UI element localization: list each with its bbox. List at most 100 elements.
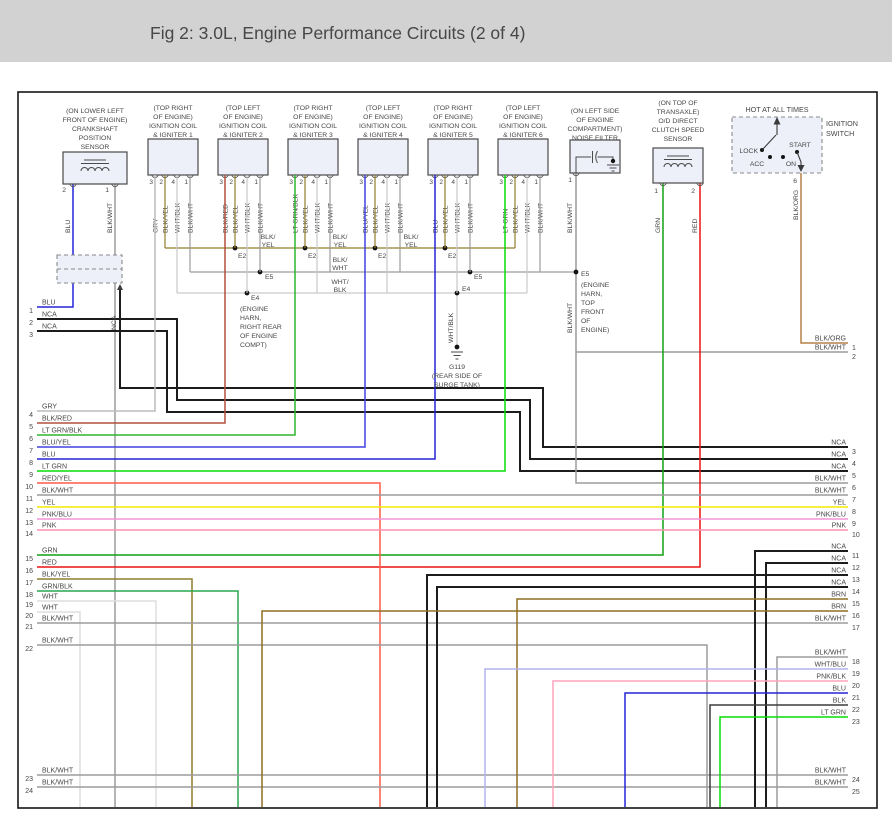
crankshaft-sensor-label: FRONT OF ENGINE) [63,117,128,124]
switch-on-contact [781,155,785,159]
right-row-number: 20 [852,683,860,690]
pin-number: 2 [229,179,233,186]
left-row-label: BLK/WHT [42,768,74,775]
igniter-label: IGNITION COIL [219,123,267,130]
wire-color-label: BLK/WHT [328,203,335,233]
right-row-number: 7 [852,497,856,504]
right-row-label: LT GRN [821,710,846,717]
g119-note: (REAR SIDE OF [432,373,482,380]
junction-e4-note: RIGHT REAR [240,324,282,331]
pin-number: 2 [439,179,443,186]
left-row-label: PNK/BLU [42,512,72,519]
pin-number: 1 [464,179,468,186]
right-row-number: 6 [852,485,856,492]
wire-color-label: WHT/BLK [448,312,455,343]
bus-blkyel-label: YEL [262,242,275,249]
right-row-number: 13 [852,577,860,584]
wire-color-label: WHT/BLK [315,202,322,233]
left-row-number: 13 [25,520,33,527]
igniter-label: (TOP LEFT [366,105,401,112]
junction-e5-label: E5 [474,274,483,281]
wire-color-label: BLK/ORG [793,190,800,220]
crankshaft-sensor-label: (ON LOWER LEFT [66,108,124,115]
right-row-label: YEL [833,500,846,507]
wire-color-label: BLK/YEL [303,205,310,233]
pin-number: 2 [369,179,373,186]
junction-e5-label: E5 [265,274,274,281]
right-row-label: PNK/BLK [816,674,846,681]
wire-color-label: WHT/BLK [525,202,532,233]
pin-number: 3 [289,179,293,186]
right-row-number: 8 [852,509,856,516]
left-row-label: NCA [42,312,57,319]
wire-color-label: WHT/BLK [245,202,252,233]
left-row-number: 14 [25,531,33,538]
right-row-label: PNK [832,523,847,530]
right-row-label: PNK/BLU [816,512,846,519]
ignition-switch-label: IGNITION [826,119,858,128]
wire-color-label: BLK/WHT [567,303,574,333]
pin-number: 4 [171,179,175,186]
junction-e2-label: E2 [308,253,317,260]
left-row-number: 7 [29,448,33,455]
left-row-number: 11 [26,496,33,503]
left-row-number: 20 [25,613,33,620]
right-row-label: BLK/WHT [815,616,847,623]
pin-number: 1 [394,179,398,186]
pin-number: 4 [381,179,385,186]
igniter-label: IGNITION COIL [359,123,407,130]
bus-blkyel-label: BLK/ [404,234,419,241]
pin-number: 4 [521,179,525,186]
wire-color-label: BLK/WHT [538,203,545,233]
right-row-label: BLK/WHT [815,345,847,352]
left-row-label: PNK [42,523,57,530]
wire-color-label: BLK/WHT [188,203,195,233]
junction-e5-note: ENGINE) [581,327,609,334]
clutch-sensor-label: SENSOR [664,136,693,143]
left-row-label: RED [42,560,57,567]
right-row-label: NCA [831,568,846,575]
right-row-label: WHT/BLU [815,662,847,669]
pin-number: 3 [149,179,153,186]
left-row-number: 15 [25,556,33,563]
junction-e2-label: E2 [378,253,387,260]
junction-e4-label: E4 [462,286,471,293]
right-row-label: BLK [833,698,847,705]
junction-e5-label: E5 [581,271,590,278]
wire-color-label: BLK/YEL [443,205,450,233]
right-row-label: NCA [831,440,846,447]
igniter-label: OF ENGINE) [293,114,333,121]
right-row-label: BLK/WHT [815,488,847,495]
right-row-number: 19 [852,671,860,678]
igniter-label: & IGNITER 3 [293,132,333,139]
left-row-label: GRY [42,404,57,411]
left-row-number: 2 [29,320,33,327]
wire-color-label: BLK/WHT [258,203,265,233]
right-row-number: 10 [852,532,860,539]
left-row-number: 21 [25,624,33,631]
igniter-label: OF ENGINE) [433,114,473,121]
ignition-switch-label: SWITCH [826,129,854,138]
bus-blkwht-label: BLK/ [333,257,348,264]
right-row-number: 1 [852,345,856,352]
igniter-label: (TOP RIGHT [153,105,192,112]
left-row-label: YEL [42,500,55,507]
wire-color-label: GRN [655,218,662,233]
noise-filter-label: (ON LEFT SIDE [571,108,620,115]
right-row-number: 25 [852,789,860,796]
left-row-number: 1 [29,308,33,315]
junction-e5-note: (ENGINE [581,282,610,289]
wiring-diagram-page: Fig 2: 3.0L, Engine Performance Circuits… [0,0,892,825]
right-row-label: NCA [831,452,846,459]
pin-number: 3 [499,179,503,186]
left-row-number: 10 [25,484,33,491]
clutch-sensor-label: CLUTCH SPEED [652,127,705,134]
clutch-sensor-label: TRANSAXLE) [657,109,700,116]
wire-color-label: BLK/WHT [468,203,475,233]
left-row-label: BLU/YEL [42,440,71,447]
pin-number: 3 [429,179,433,186]
left-row-label: WHT [42,594,59,601]
junction-e2-label: E2 [448,253,457,260]
left-row-label: BLK/YEL [42,572,71,579]
junction-e5-note: HARN, [581,291,602,298]
